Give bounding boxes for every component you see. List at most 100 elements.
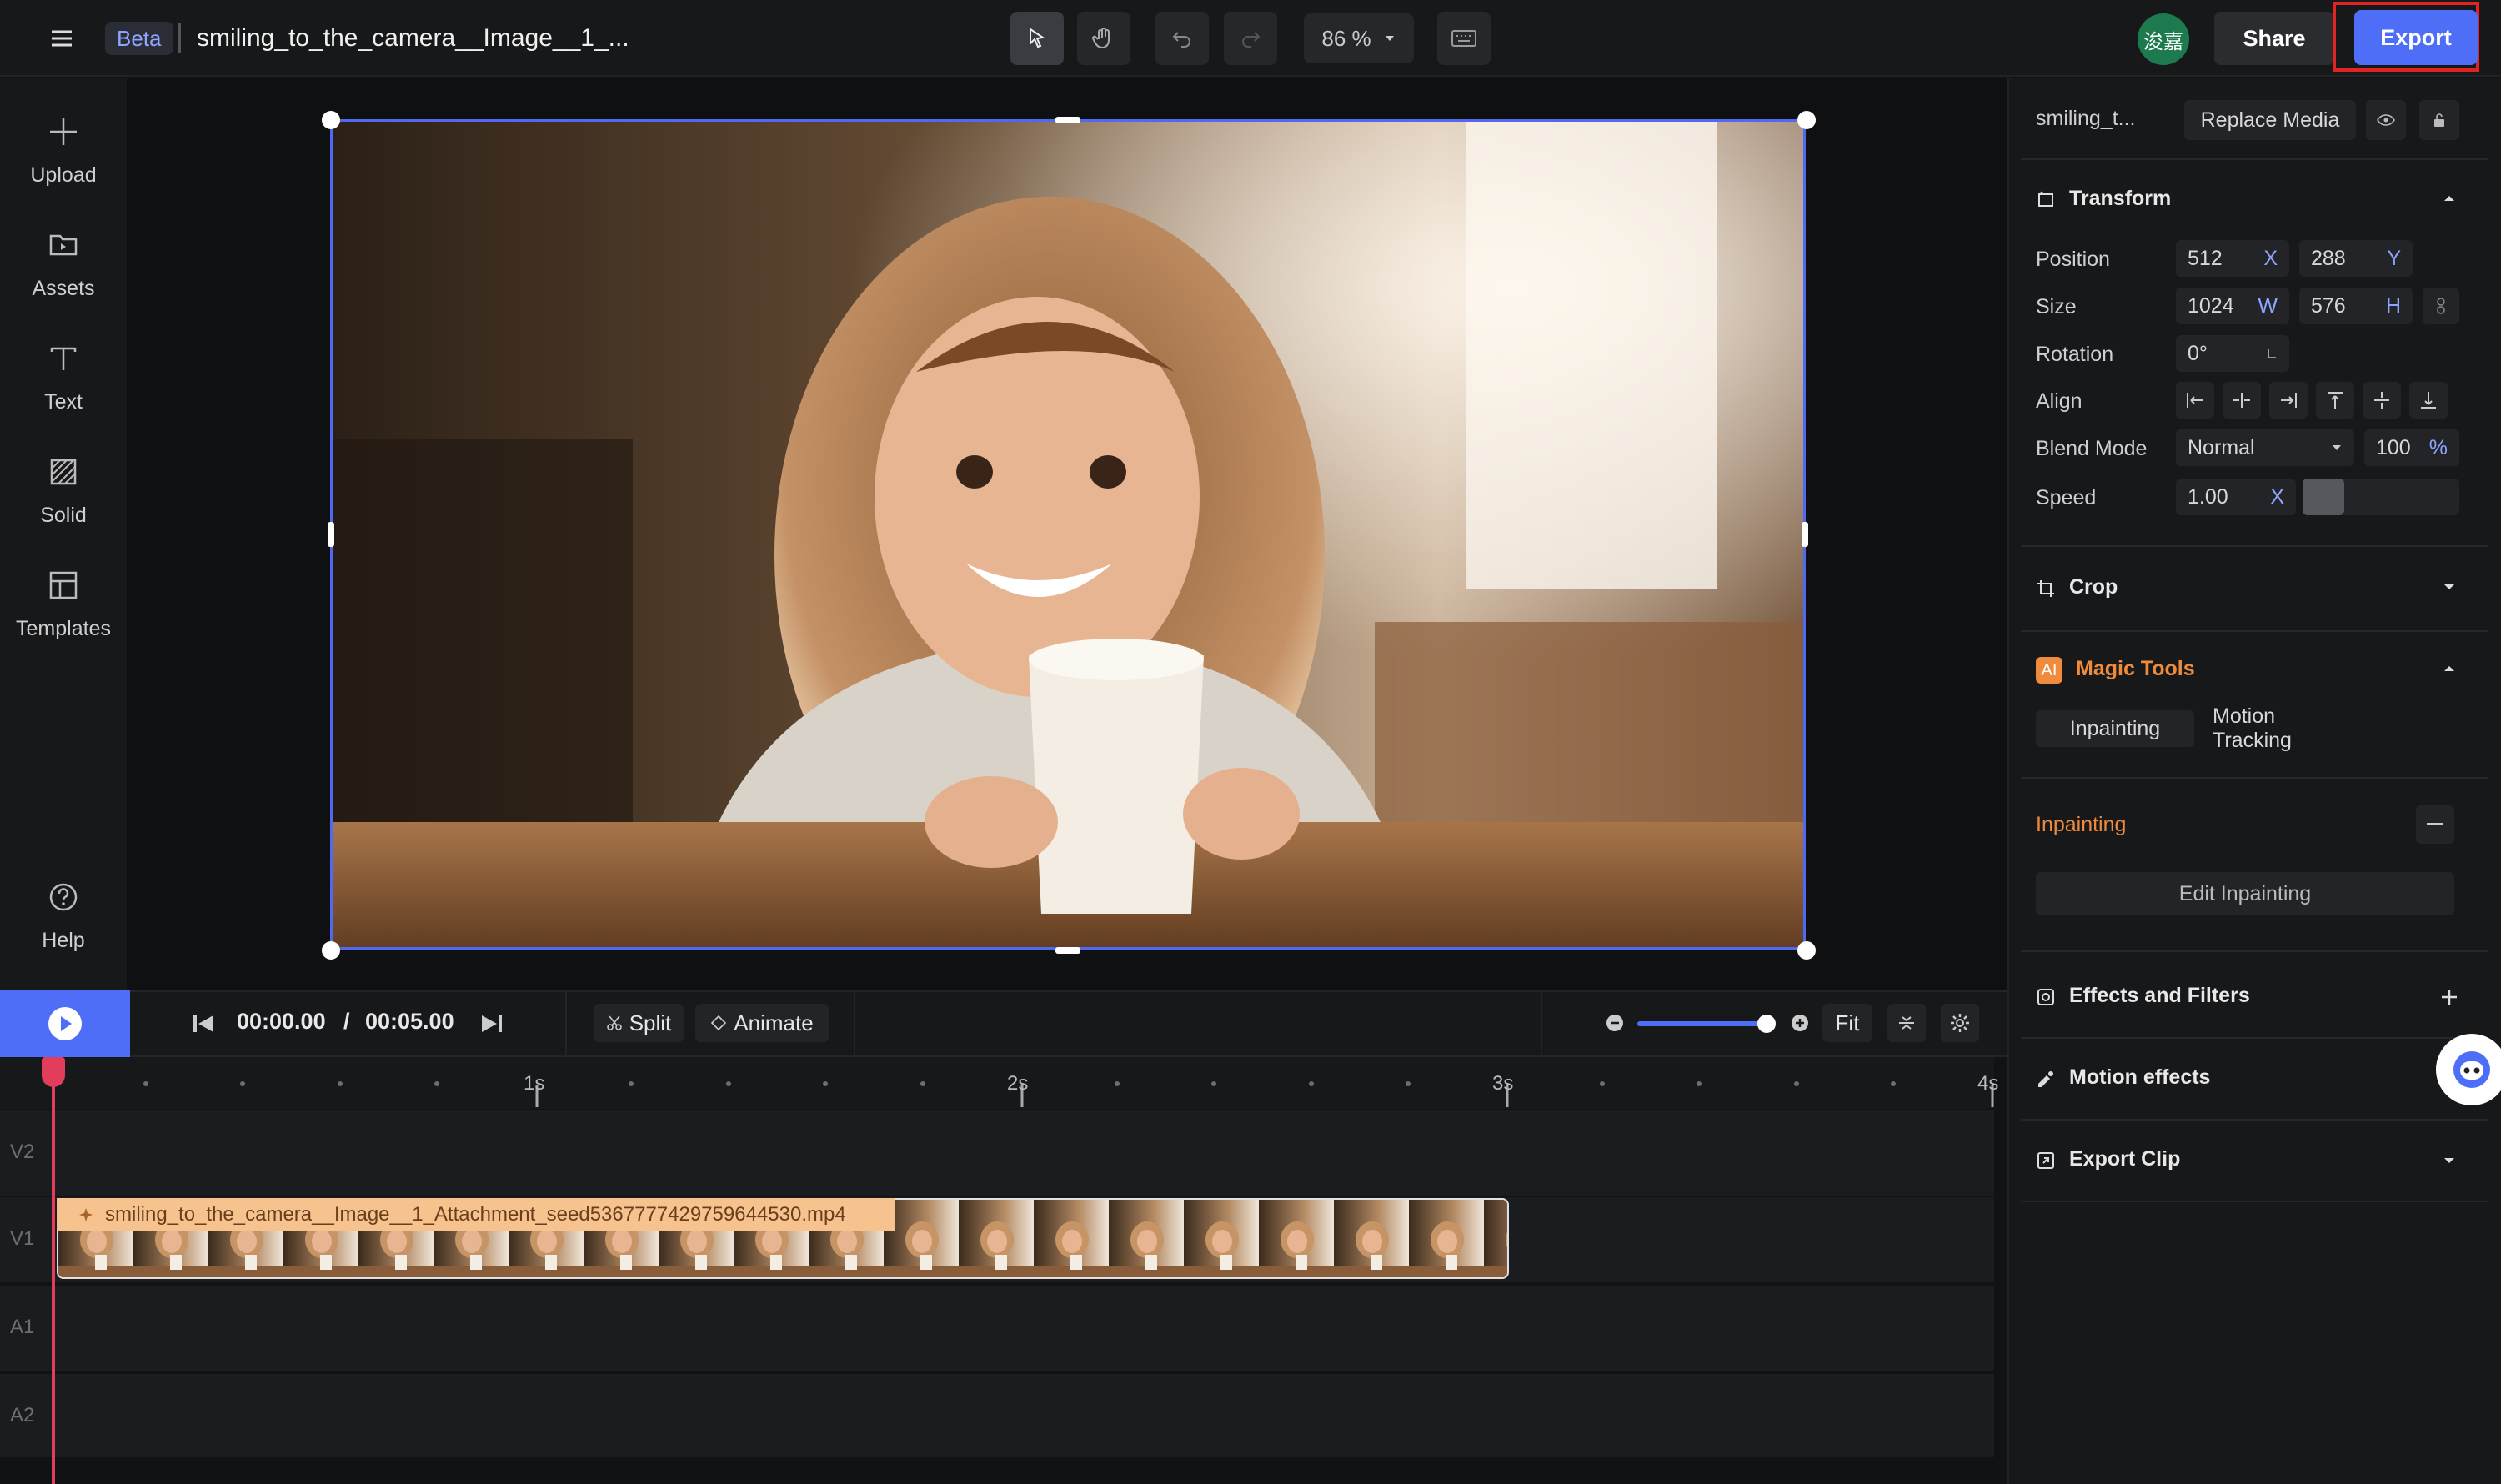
replace-media-label: Replace Media [2200,108,2340,132]
collapse-inpainting-button[interactable] [2416,805,2454,844]
zoom-in-icon[interactable] [1791,1014,1809,1032]
magic-tools-title[interactable]: Magic Tools [2076,657,2195,681]
size-w-input[interactable]: 1024 W [2176,288,2289,324]
project-title[interactable]: smiling_to_the_camera__Image__1_... [197,20,629,57]
resize-handle-left[interactable] [328,522,334,547]
align-center-h-button[interactable] [2223,382,2261,419]
speed-slider-thumb[interactable] [2303,479,2344,515]
ruler-tick-label: 3s [1492,1072,1514,1095]
align-center-vertical-icon [2374,392,2389,409]
resize-handle-bottom[interactable] [1055,947,1080,954]
size-h-input[interactable]: 576 H [2299,288,2413,324]
folder-icon [49,234,78,256]
redo-button[interactable] [1224,12,1277,65]
tab-motion-tracking[interactable]: Motion Tracking [2201,704,2359,752]
chevron-down-icon[interactable] [2443,1156,2456,1166]
export-clip-title[interactable]: Export Clip [2069,1147,2180,1171]
sidebar-item-help[interactable]: Help [0,877,127,953]
skip-to-end-button[interactable] [479,1012,505,1035]
export-button[interactable]: Export [2354,10,2478,65]
sidebar-item-label: Solid [40,504,87,527]
resize-handle-top-right[interactable] [1797,111,1816,129]
align-top-button[interactable] [2316,382,2354,419]
skip-to-start-button[interactable] [190,1012,217,1035]
effects-filters-title[interactable]: Effects and Filters [2069,984,2250,1008]
align-left-button[interactable] [2176,382,2214,419]
position-x-value: 512 [2188,246,2223,270]
snap-toggle-button[interactable] [1887,1004,1926,1042]
track-v2[interactable]: V2 [0,1110,1994,1196]
playhead-handle[interactable] [42,1057,65,1087]
timeline-zoom-slider-thumb[interactable] [1757,1015,1776,1033]
user-avatar[interactable]: 浚嘉 [2138,13,2189,65]
resize-handle-bottom-left[interactable] [322,941,340,960]
align-top-icon [2328,392,2343,409]
sidebar-item-upload[interactable]: Upload [0,112,127,188]
blend-mode-select[interactable]: Normal [2176,429,2354,466]
track-label: V1 [10,1227,35,1250]
effects-icon [2037,989,2054,1005]
clip-name: smiling_to_the_camera__Image__1_Attachme… [57,1198,895,1231]
chevron-down-icon[interactable] [2443,582,2456,592]
timeline-zoom-slider[interactable] [1637,1021,1767,1026]
tab-inpainting[interactable]: Inpainting [2036,710,2194,747]
play-button[interactable] [0,990,130,1057]
track-a2[interactable]: A2 [0,1374,1994,1457]
chevron-down-icon [2333,445,2341,450]
sidebar-item-solid[interactable]: Solid [0,452,127,528]
sidebar-item-label: Assets [32,277,95,300]
chevron-up-icon[interactable] [2443,193,2456,203]
transform-title[interactable]: Transform [2069,187,2171,211]
playhead[interactable] [52,1057,55,1484]
sidebar-item-templates[interactable]: Templates [0,565,127,641]
position-x-input[interactable]: 512 X [2176,240,2289,277]
sidebar-item-assets[interactable]: Assets [0,225,127,301]
plus-icon[interactable] [2439,987,2459,1007]
speed-input[interactable]: 1.00 X [2176,479,2296,515]
angle-icon [2268,349,2276,358]
resize-handle-top-left[interactable] [322,111,340,129]
visibility-button[interactable] [2366,100,2406,140]
motion-effects-title[interactable]: Motion effects [2069,1065,2210,1090]
opacity-input[interactable]: 100 % [2364,429,2459,466]
assistant-bot-button[interactable] [2436,1034,2501,1105]
sidebar-item-text[interactable]: Text [0,338,127,414]
align-bottom-icon [2421,392,2436,409]
replace-media-button[interactable]: Replace Media [2184,100,2356,140]
crop-title[interactable]: Crop [2069,575,2118,599]
chevron-up-icon[interactable] [2443,664,2456,674]
animate-button[interactable]: Animate [695,1004,829,1042]
position-y-input[interactable]: 288 Y [2299,240,2413,277]
zoom-select[interactable]: 86 % [1304,13,1414,63]
align-middle-v-button[interactable] [2363,382,2401,419]
rotation-input[interactable]: 0° [2176,335,2289,372]
select-tool-button[interactable] [1010,12,1064,65]
align-left-icon [2187,393,2203,408]
resize-handle-top[interactable] [1055,117,1080,123]
lock-button[interactable] [2419,100,2459,140]
aspect-lock-button[interactable] [2423,288,2459,324]
chevron-down-icon [1385,36,1394,41]
resize-handle-right[interactable] [1802,522,1808,547]
menu-icon[interactable] [48,25,75,52]
keyboard-shortcuts-button[interactable] [1437,12,1491,65]
speed-slider[interactable] [2303,479,2459,515]
edit-inpainting-button[interactable]: Edit Inpainting [2036,872,2454,915]
diamond-icon [711,1015,727,1031]
align-right-button[interactable] [2269,382,2308,419]
fit-button[interactable]: Fit [1822,1004,1872,1042]
video-preview[interactable] [330,119,1806,950]
align-bottom-button[interactable] [2409,382,2448,419]
media-name: smiling_t... [2036,107,2136,130]
undo-button[interactable] [1155,12,1209,65]
size-w-value: 1024 [2188,293,2234,318]
crop-icon [2037,580,2054,597]
hand-tool-button[interactable] [1077,12,1130,65]
timeline-settings-button[interactable] [1941,1004,1979,1042]
share-button[interactable]: Share [2214,12,2334,65]
split-button[interactable]: Split [594,1004,684,1042]
track-a1[interactable]: A1 [0,1286,1994,1371]
templates-icon [49,571,78,599]
resize-handle-bottom-right[interactable] [1797,941,1816,960]
zoom-out-icon[interactable] [1606,1014,1624,1032]
